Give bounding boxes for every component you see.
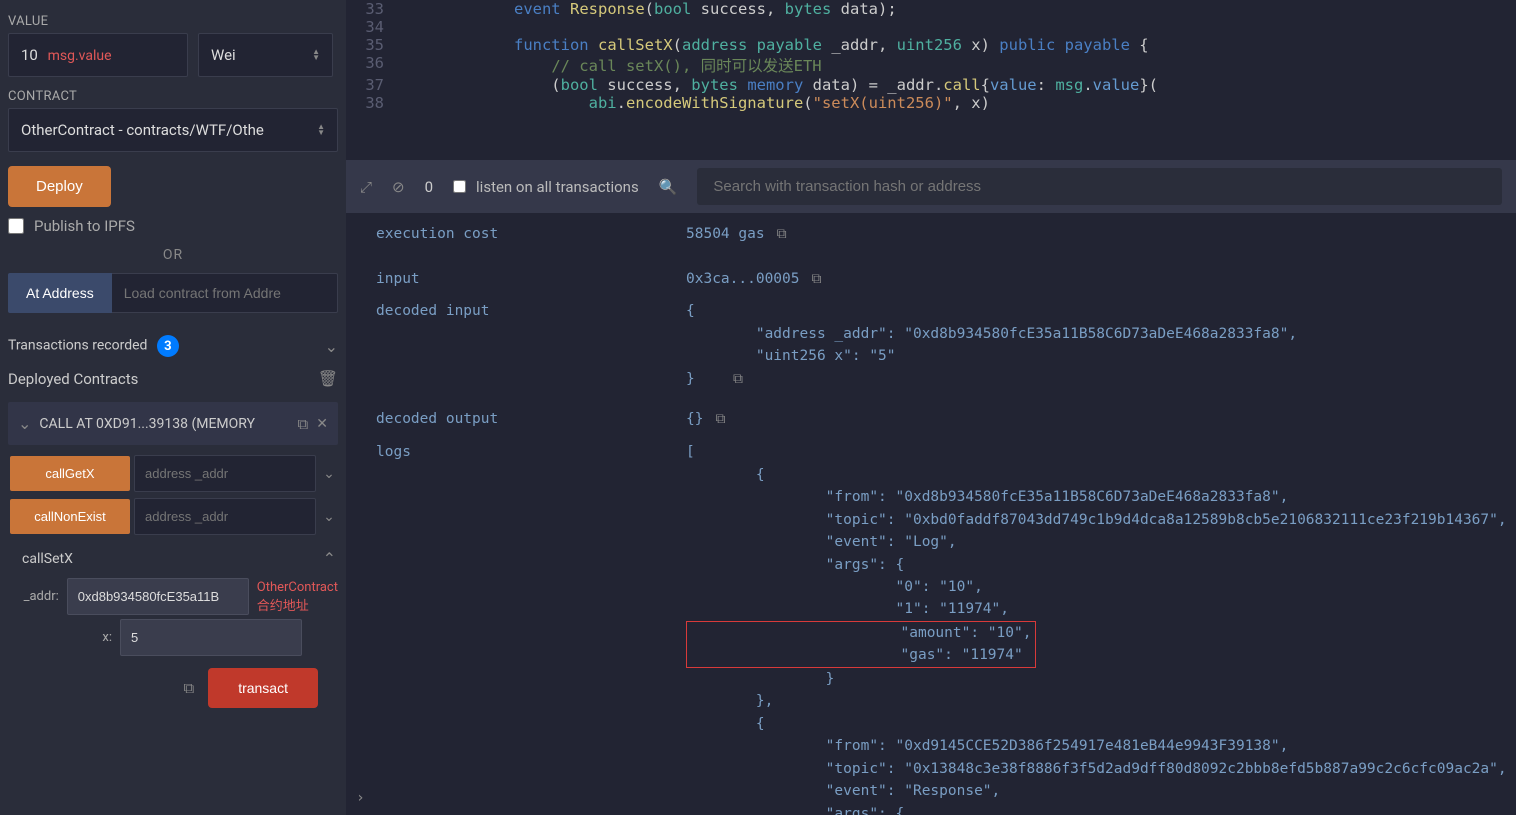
tx-recorded-row[interactable]: Transactions recorded 3 ⌄	[8, 335, 338, 357]
annotation-addr: OtherContract合约地址	[257, 580, 338, 614]
input-label: input	[376, 268, 686, 291]
contract-instance-header[interactable]: ⌄ CALL AT 0XD91...39138 (MEMORY ⧉ ✕	[8, 402, 338, 445]
unit-select[interactable]: Wei ▲▼	[198, 33, 333, 77]
main-area: 33 event Response(bool success, bytes da…	[346, 0, 1516, 815]
x-param-label: x:	[8, 630, 112, 645]
or-separator: OR	[8, 247, 338, 263]
updown-icon: ▲▼	[317, 124, 325, 136]
addr-param-label: _addr:	[8, 589, 59, 604]
terminal-prompt-icon[interactable]: ›	[356, 787, 365, 809]
copy-icon[interactable]: ⧉	[298, 415, 309, 433]
copy-icon[interactable]: ⧉	[733, 371, 743, 387]
contract-label: CONTRACT	[8, 89, 338, 104]
pending-count: 0	[425, 178, 433, 196]
chevron-down-icon: ⌄	[325, 337, 338, 356]
copy-icon[interactable]: ⧉	[715, 411, 725, 427]
addr-param-input[interactable]	[67, 578, 249, 615]
publish-ipfs-checkbox[interactable]: Publish to IPFS	[8, 217, 338, 235]
callgetx-button[interactable]: callGetX	[10, 456, 130, 491]
terminal-toolbar: ⤢ ⊘ 0 listen on all transactions 🔍	[346, 160, 1516, 213]
callnonexist-input[interactable]	[134, 498, 316, 535]
transact-button[interactable]: transact	[208, 668, 318, 708]
publish-ipfs-box[interactable]	[8, 218, 24, 234]
copy-icon[interactable]: ⧉	[777, 226, 787, 242]
deploy-panel: VALUE 10 msg.value Wei ▲▼ CONTRACT Other…	[0, 0, 346, 815]
highlight-amount-gas: "amount": "10", "gas": "11974"	[686, 621, 1036, 668]
callsetx-header[interactable]: callSetX ⌃	[8, 541, 338, 574]
callnonexist-button[interactable]: callNonExist	[10, 499, 130, 534]
trash-icon[interactable]: 🗑	[318, 369, 338, 388]
at-address-button[interactable]: At Address	[8, 273, 112, 313]
chevron-down-icon[interactable]: ⌄	[320, 509, 338, 525]
tx-search-input[interactable]	[697, 168, 1502, 205]
value-label: VALUE	[8, 14, 338, 29]
decoded-output-label: decoded output	[376, 408, 686, 431]
logs-label: logs	[376, 441, 686, 815]
deploy-button[interactable]: Deploy	[8, 166, 111, 207]
tx-count-badge: 3	[157, 335, 179, 357]
contract-select[interactable]: OtherContract - contracts/WTF/Othe ▲▼	[8, 108, 338, 152]
updown-icon: ▲▼	[312, 49, 320, 61]
callgetx-input[interactable]	[134, 455, 316, 492]
at-address-input[interactable]	[112, 273, 338, 313]
exec-cost-label: execution cost	[376, 223, 686, 246]
copy-icon[interactable]: ⧉	[183, 679, 194, 697]
x-param-input[interactable]	[120, 619, 302, 656]
listen-all-checkbox[interactable]: listen on all transactions	[453, 178, 639, 196]
chevron-down-icon[interactable]: ⌄	[320, 466, 338, 482]
copy-icon[interactable]: ⧉	[812, 271, 822, 287]
terminal-output[interactable]: execution cost 58504 gas⧉ input 0x3ca...…	[346, 213, 1516, 815]
chevron-up-icon: ⌃	[323, 549, 336, 568]
clear-icon[interactable]: ⊘	[392, 178, 405, 196]
logs-content: [ { "from": "0xd8b934580fcE35a11B58C6D73…	[686, 441, 1507, 815]
close-icon[interactable]: ✕	[316, 416, 328, 432]
value-input[interactable]: 10 msg.value	[8, 33, 188, 77]
deployed-contracts-label: Deployed Contracts	[8, 370, 138, 388]
code-editor[interactable]: 33 event Response(bool success, bytes da…	[346, 0, 1516, 160]
decoded-input-label: decoded input	[376, 300, 686, 390]
chevron-down-icon: ⌄	[18, 414, 31, 433]
expand-icon[interactable]: ⤢	[360, 178, 372, 196]
search-icon[interactable]: 🔍	[659, 178, 678, 196]
